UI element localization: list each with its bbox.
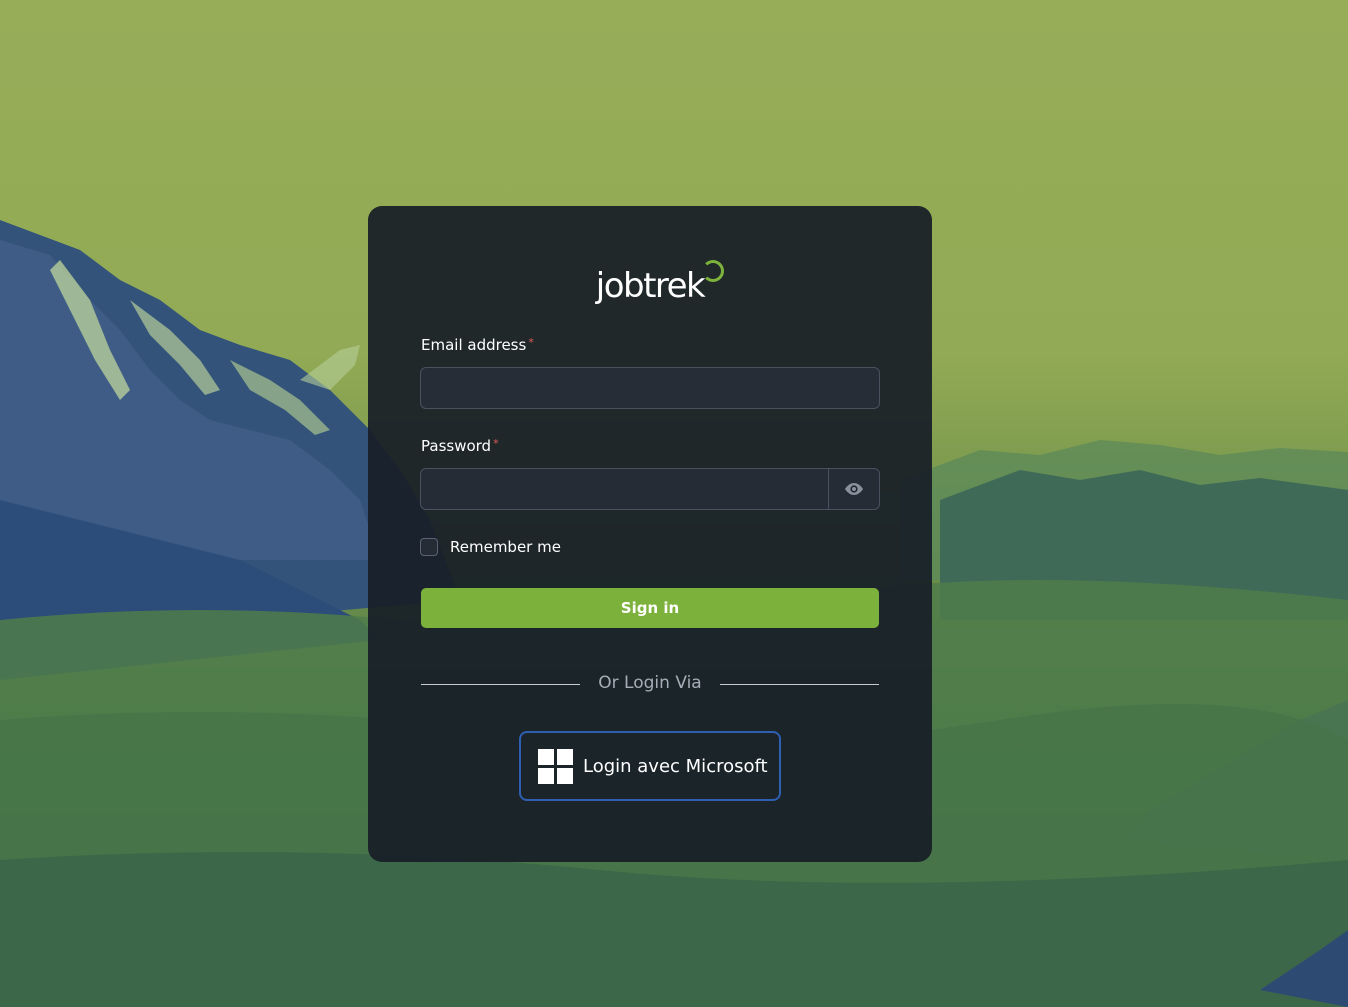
password-label-text: Password [421,437,492,455]
remember-me-label: Remember me [450,538,561,556]
required-asterisk: * [493,437,499,450]
password-input[interactable] [421,469,829,509]
login-microsoft-button[interactable]: Login avec Microsoft [519,731,781,801]
password-field [420,468,880,510]
logo-text: jobtrek [595,256,725,316]
eye-icon [845,483,863,495]
email-label: Email address * [421,336,534,354]
sign-in-button[interactable]: Sign in [421,588,879,628]
required-asterisk: * [528,336,534,349]
login-microsoft-label: Login avec Microsoft [583,755,768,777]
remember-me-checkbox[interactable] [420,538,438,556]
logo-ring-icon [702,260,725,282]
sign-in-label: Sign in [620,599,680,617]
divider-text: Or Login Via [598,673,702,693]
remember-me[interactable]: Remember me [420,538,561,556]
windows-icon [538,748,573,784]
login-card: jobtrek Email address * Password * Remembe… [368,206,932,862]
email-input[interactable] [420,367,880,409]
password-label: Password * [421,437,499,455]
email-label-text: Email address [421,336,527,354]
jobtrek-logo: jobtrek [368,256,932,316]
logo-wordmark: jobtrek [595,266,706,306]
toggle-password-visibility-button[interactable] [828,469,879,509]
divider-right [720,684,879,685]
